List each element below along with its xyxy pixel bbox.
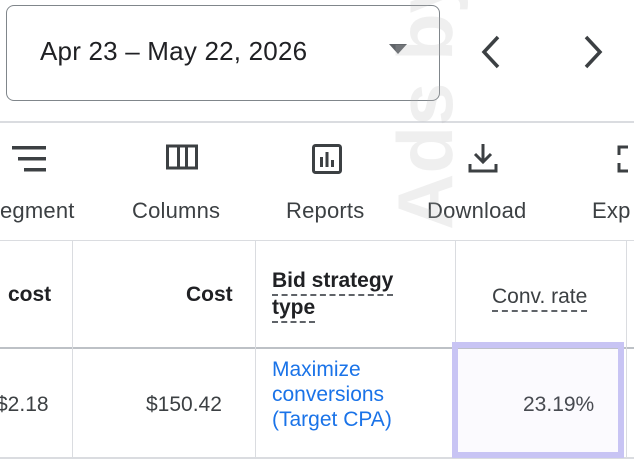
cell-avg-cost: $2.18 (0, 393, 49, 416)
download-button[interactable]: Download (425, 124, 550, 240)
google-ads-report-view: Apr 23 – May 22, 2026 egment Columns Rep… (0, 0, 634, 459)
segment-label: egment (0, 198, 75, 223)
campaign-table: cost Cost Bid strategy type Conv. rate $… (0, 241, 634, 459)
reports-icon (312, 144, 342, 174)
columns-label: Columns (132, 198, 221, 223)
conv-rate-highlight-box (452, 342, 624, 458)
date-range-picker[interactable]: Apr 23 – May 22, 2026 (6, 5, 440, 101)
top-bar: Apr 23 – May 22, 2026 (0, 0, 634, 122)
header-conv-rate[interactable]: Conv. rate (492, 285, 588, 312)
segment-icon (12, 146, 46, 172)
chevron-right-icon[interactable] (580, 34, 606, 70)
header-avg-cost[interactable]: cost (8, 283, 51, 307)
bid-strategy-line2: conversions (272, 383, 385, 406)
download-label: Download (427, 198, 527, 223)
table-header-row: cost Cost Bid strategy type Conv. rate (0, 241, 634, 347)
column-divider (255, 241, 256, 459)
header-bid-strategy[interactable]: Bid strategy type (272, 269, 394, 323)
expand-button[interactable]: Exp (592, 124, 634, 240)
segment-button[interactable]: egment (0, 124, 90, 240)
columns-icon (166, 144, 198, 170)
column-divider (626, 241, 627, 459)
bid-strategy-line3: (Target CPA) (272, 408, 392, 431)
reports-button[interactable]: Reports (282, 124, 382, 240)
reports-label: Reports (286, 198, 365, 223)
bid-strategy-line1: Maximize (272, 358, 361, 381)
table-toolbar: egment Columns Reports Download Exp (0, 124, 634, 240)
download-icon (468, 144, 498, 173)
column-divider (72, 241, 73, 459)
header-bid-strategy-line2: type (272, 296, 316, 323)
expand-icon (617, 145, 628, 173)
columns-button[interactable]: Columns (128, 124, 238, 240)
expand-label: Exp (592, 198, 631, 223)
caret-down-icon (389, 44, 407, 54)
top-divider (0, 121, 634, 123)
cell-cost: $150.42 (146, 393, 222, 416)
cell-bid-strategy-link[interactable]: Maximize conversions (Target CPA) (272, 357, 392, 432)
header-bid-strategy-line1: Bid strategy (272, 269, 394, 296)
chevron-left-icon[interactable] (478, 34, 504, 70)
header-cost[interactable]: Cost (186, 283, 233, 307)
date-range-label: Apr 23 – May 22, 2026 (40, 36, 308, 66)
